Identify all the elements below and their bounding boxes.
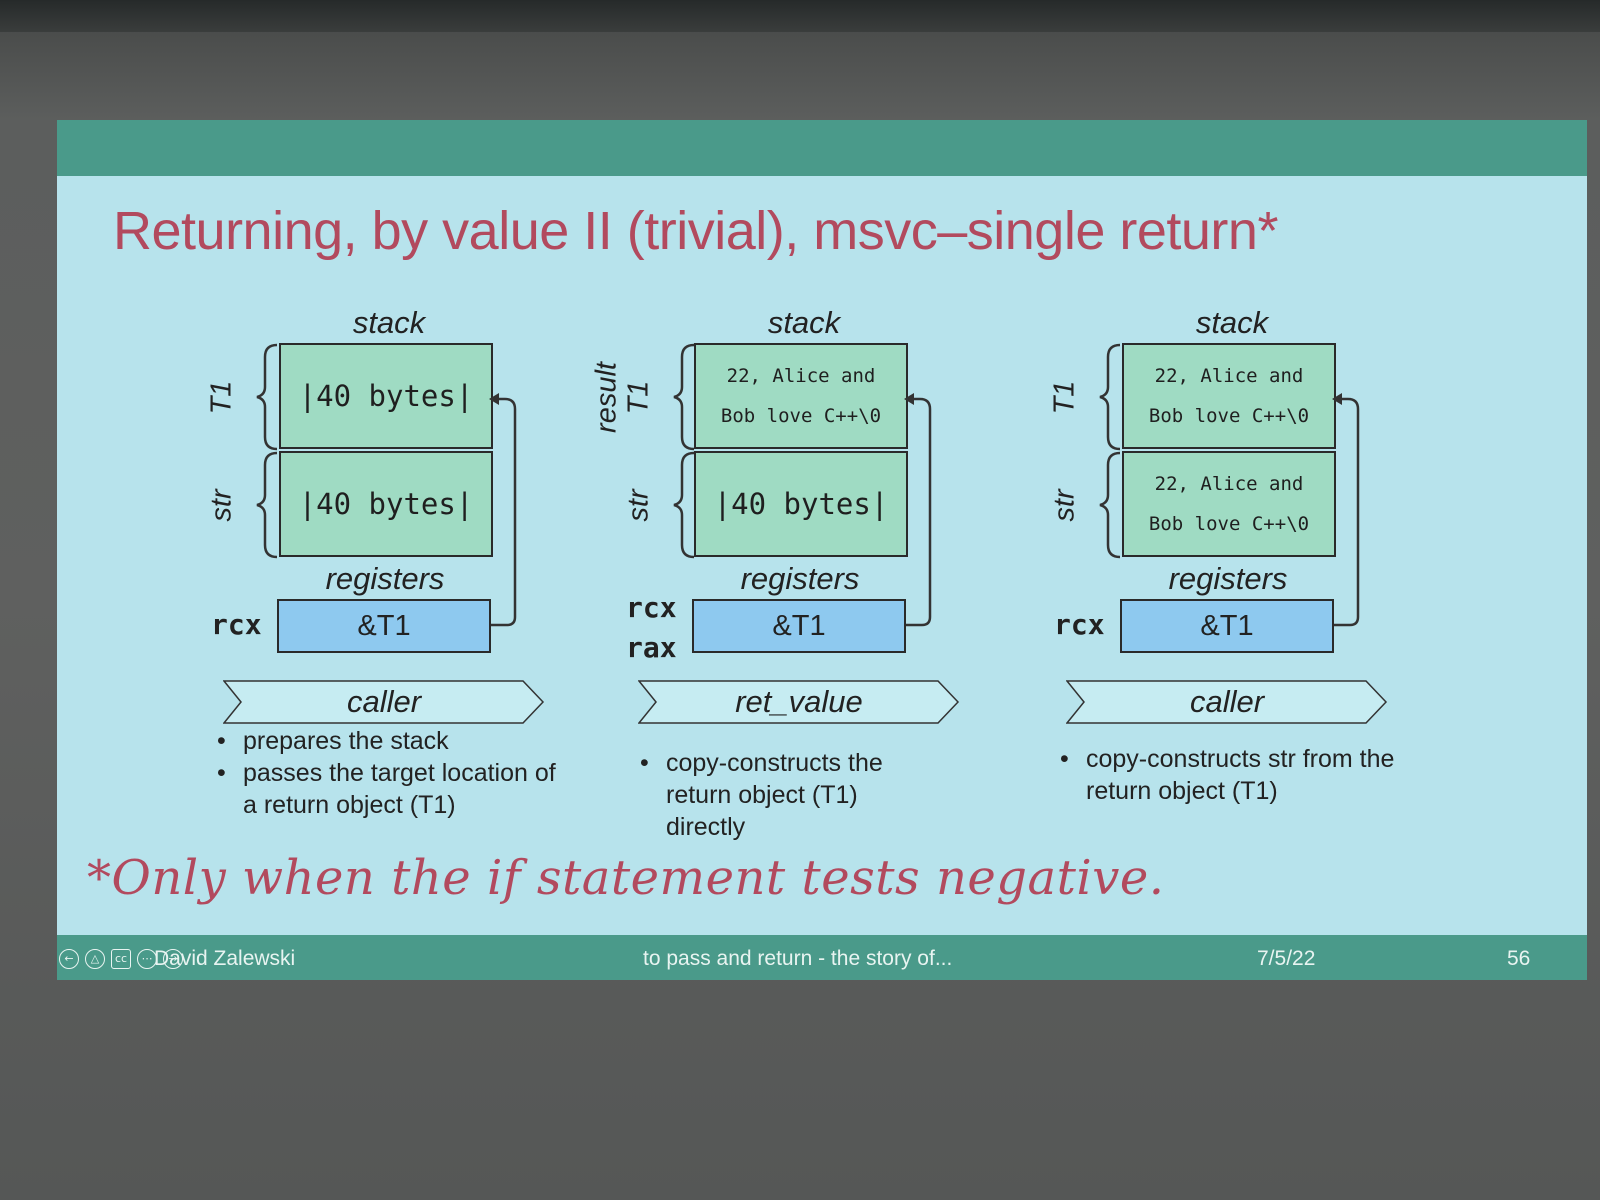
slot-label-str: str (1048, 489, 1081, 522)
bullet-list: copy-constructs the return object (T1) d… (638, 747, 938, 843)
register-name-rax: rax (626, 631, 677, 664)
bullet-item: passes the target location of a return o… (215, 757, 565, 821)
slot-text-line: 22, Alice and (1154, 365, 1304, 387)
slide-title: Returning, by value II (trivial), msvc–s… (113, 201, 1278, 261)
bullet-item: copy-constructs the return object (T1) d… (638, 747, 938, 843)
slot-text-line: Bob love C++\0 (1148, 405, 1310, 427)
register-rcx-rax: &T1 (692, 599, 906, 653)
register-name-rcx: rcx (626, 591, 677, 624)
phase-label: ret_value (735, 684, 863, 719)
slot-text-line: 22, Alice and (1154, 473, 1304, 495)
pointer-arrow-icon (1332, 393, 1360, 627)
stack-label: stack (1195, 305, 1269, 340)
stack-slot-t1: 22, Alice and Bob love C++\0 (1122, 343, 1336, 449)
footnote: *Only when the if statement tests negati… (87, 850, 1165, 906)
slot-label-t1: T1 (622, 380, 655, 415)
slot-text-line: Bob love C++\0 (1148, 513, 1310, 535)
footer-page-number: 56 (1507, 947, 1531, 970)
register-rcx: &T1 (1120, 599, 1334, 653)
slot-label-result: result (590, 362, 623, 433)
panel-ret-value: stack result T1 str 22, Alice and Bob lo… (591, 305, 1102, 845)
register-rcx: &T1 (277, 599, 491, 653)
stack-slot-str: |40 bytes| (279, 451, 493, 557)
stack-label: stack (352, 305, 426, 340)
slot-label-t1: T1 (1048, 380, 1081, 415)
slot-label-str: str (205, 489, 238, 522)
footer-author: David Zalewski (154, 947, 296, 970)
phase-label: caller (346, 684, 422, 719)
slide-top-bar (57, 120, 1587, 176)
stack-label: stack (767, 305, 841, 340)
back-icon[interactable]: ← (59, 949, 79, 969)
bullet-item: prepares the stack (215, 725, 565, 757)
bullet-item: copy-constructs str from the return obje… (1058, 743, 1398, 807)
bullet-list: copy-constructs str from the return obje… (1058, 743, 1398, 807)
room-ceiling (0, 0, 1600, 32)
slot-text-line: Bob love C++\0 (720, 405, 882, 427)
pointer-arrow-icon (904, 393, 932, 627)
captions-icon[interactable]: cc (111, 949, 131, 969)
stack-slot-t1: |40 bytes| (279, 343, 493, 449)
registers-label: registers (740, 561, 860, 596)
slot-label-str: str (622, 489, 655, 522)
projected-slide: Returning, by value II (trivial), msvc–s… (57, 120, 1587, 980)
pointer-icon[interactable]: △ (85, 949, 105, 969)
slot-label-t1: T1 (205, 380, 238, 415)
register-name-rcx: rcx (1054, 608, 1105, 641)
pointer-arrow-icon (489, 393, 517, 627)
register-name-rcx: rcx (211, 608, 262, 641)
footer-talk-title: to pass and return - the story of... (643, 947, 953, 970)
bullet-list: prepares the stack passes the target loc… (215, 725, 565, 821)
stack-slot-t1: 22, Alice and Bob love C++\0 (694, 343, 908, 449)
footer-date: 7/5/22 (1257, 947, 1316, 970)
slide-footer: ← △ cc ⋯ → David Zalewski to pass and re… (57, 935, 1587, 980)
panel-caller-copy: stack T1 str 22, Alice and Bob love C++\… (1048, 305, 1530, 845)
stack-slot-str: 22, Alice and Bob love C++\0 (1122, 451, 1336, 557)
slot-text-line: 22, Alice and (726, 365, 876, 387)
stack-slot-str: |40 bytes| (694, 451, 908, 557)
registers-label: registers (325, 561, 445, 596)
phase-label: caller (1189, 684, 1265, 719)
registers-label: registers (1168, 561, 1288, 596)
